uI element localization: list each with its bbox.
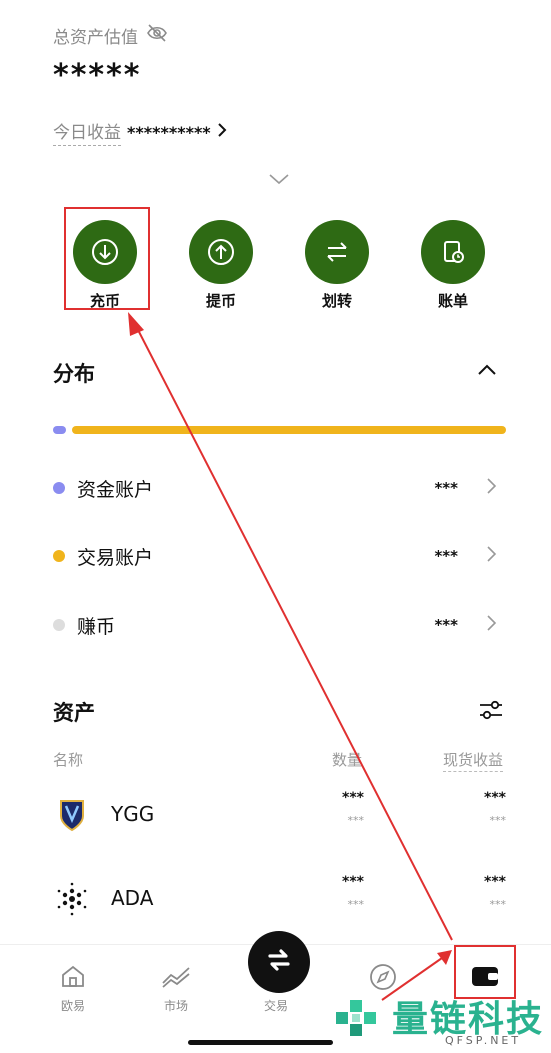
annotation-arrows [128,312,453,1001]
watermark-logo-icon [332,994,386,1048]
watermark-subtext: QFSP.NET [445,1034,522,1047]
watermark: 量链科技 QFSP.NET [330,990,545,1048]
